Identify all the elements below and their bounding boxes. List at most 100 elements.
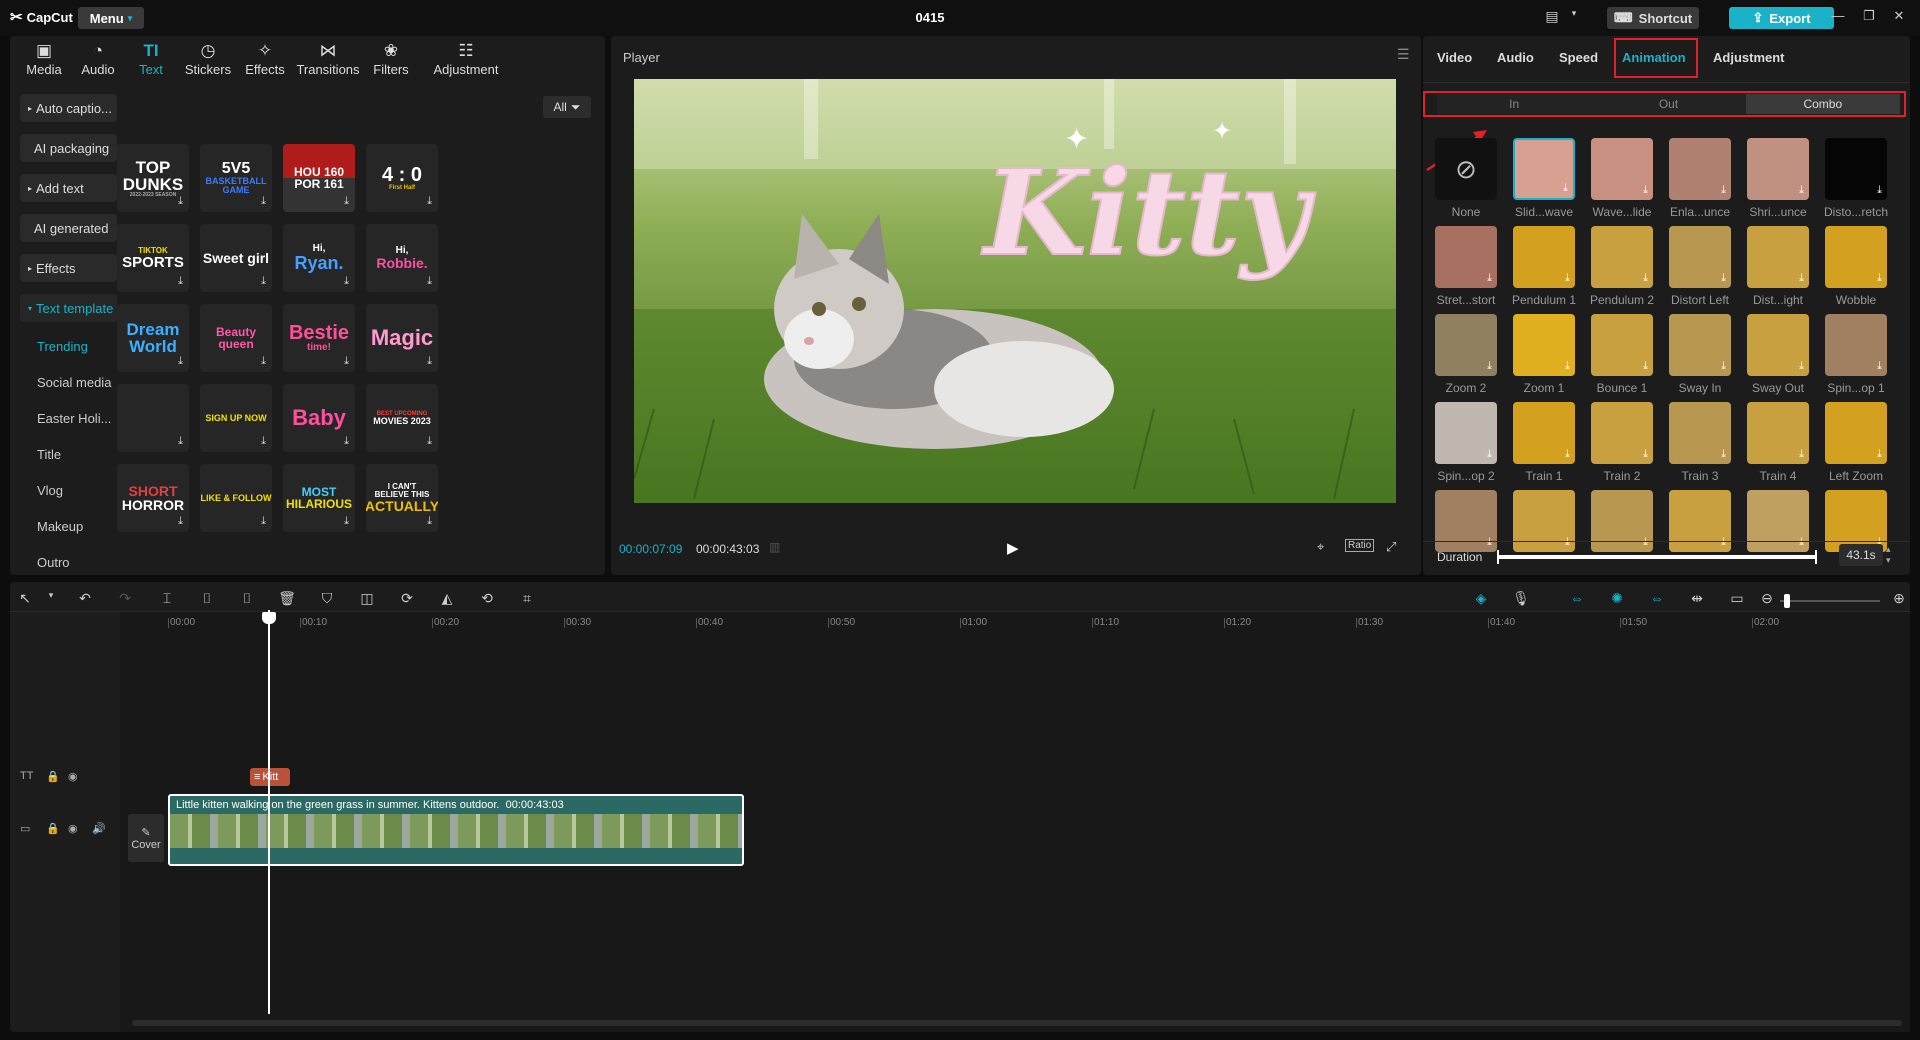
zoom-in-icon[interactable]: ⊕ bbox=[1888, 590, 1910, 612]
text-template-item[interactable]: TOP DUNKS 2022-2023 SEASON ⤓ bbox=[117, 144, 189, 212]
mask-icon[interactable]: ⛉ bbox=[316, 590, 338, 612]
download-icon[interactable]: ⤓ bbox=[1799, 536, 1804, 549]
animation-item[interactable]: ⤓ bbox=[1513, 314, 1575, 376]
split-icon[interactable]: ⌶ bbox=[156, 590, 178, 612]
ratio-button[interactable]: Ratio bbox=[1345, 539, 1375, 552]
animation-item[interactable]: ⤓ bbox=[1513, 138, 1575, 200]
crop-icon[interactable]: ⌗ bbox=[516, 590, 538, 612]
minimize-icon[interactable]: — bbox=[1828, 8, 1848, 28]
zoom-out-icon[interactable]: ⊖ bbox=[1756, 590, 1778, 612]
select-tool-icon[interactable]: ↖ bbox=[14, 590, 36, 612]
redo-icon[interactable]: ↷ bbox=[114, 590, 136, 612]
animation-item[interactable]: ⤓ bbox=[1825, 226, 1887, 288]
magnet-icon[interactable]: ✺ bbox=[1606, 590, 1628, 612]
sub-vlog[interactable]: Vlog bbox=[37, 483, 127, 498]
download-icon[interactable]: ⤓ bbox=[1721, 360, 1726, 373]
download-icon[interactable]: ⤓ bbox=[1487, 448, 1492, 461]
download-icon[interactable]: ⤓ bbox=[427, 436, 432, 447]
microphone-icon[interactable]: 🎙 bbox=[1510, 590, 1532, 612]
eye-icon[interactable]: ◉ bbox=[68, 822, 78, 835]
animation-item[interactable]: ⤓ bbox=[1435, 402, 1497, 464]
playhead-handle[interactable] bbox=[262, 612, 276, 624]
animation-item[interactable]: ⤓ bbox=[1591, 226, 1653, 288]
preview-icon[interactable]: ▭ bbox=[1726, 590, 1748, 612]
download-icon[interactable]: ⤓ bbox=[1721, 448, 1726, 461]
text-template-item[interactable]: LIKE & FOLLOW ⤓ bbox=[200, 464, 272, 532]
download-icon[interactable]: ⤓ bbox=[1565, 360, 1570, 373]
duration-stepper-icon[interactable]: ▴ ▾ bbox=[1886, 544, 1891, 566]
play-button[interactable]: ▶ bbox=[1007, 539, 1019, 557]
download-icon[interactable]: ⤓ bbox=[344, 436, 349, 447]
split-preview-icon[interactable]: ⇹ bbox=[1686, 590, 1708, 612]
animation-item[interactable]: ⤓ bbox=[1747, 314, 1809, 376]
tab-speed[interactable]: Speed bbox=[1559, 50, 1598, 65]
chevron-down-icon[interactable]: ▾ bbox=[1562, 8, 1586, 28]
animation-item[interactable]: ⤓ bbox=[1669, 490, 1731, 552]
download-icon[interactable]: ⤓ bbox=[427, 276, 432, 287]
tab-adjustment[interactable]: ☷ Adjustment bbox=[423, 40, 509, 84]
text-template-item[interactable]: 5V5 BASKETBALL GAME ⤓ bbox=[200, 144, 272, 212]
eye-icon[interactable]: ◉ bbox=[68, 770, 78, 783]
animation-item[interactable]: ⤓ bbox=[1747, 138, 1809, 200]
download-icon[interactable]: ⤓ bbox=[1799, 272, 1804, 285]
freeze-icon[interactable]: ◫ bbox=[356, 590, 378, 612]
animation-item[interactable]: ⊘ bbox=[1435, 138, 1497, 200]
download-icon[interactable]: ⤓ bbox=[344, 356, 349, 367]
export-button[interactable]: ⇪ Export bbox=[1729, 7, 1834, 29]
nav-add-text[interactable]: ▸ Add text bbox=[20, 174, 117, 202]
chevron-down-icon[interactable]: ▾ bbox=[40, 590, 62, 612]
text-template-item[interactable]: Hi, Ryan. ⤓ bbox=[283, 224, 355, 292]
text-clip[interactable]: ≡ Kitt bbox=[250, 768, 290, 786]
tab-transitions[interactable]: ⋈ Transitions bbox=[296, 40, 360, 84]
text-template-item[interactable]: Dream World ⤓ bbox=[117, 304, 189, 372]
cover-button[interactable]: ✎ Cover bbox=[128, 814, 164, 862]
sub-easter-holiday[interactable]: Easter Holi... bbox=[37, 411, 127, 426]
download-icon[interactable]: ⤓ bbox=[1643, 184, 1648, 197]
animation-item[interactable]: ⤓ bbox=[1747, 490, 1809, 552]
download-icon[interactable]: ⤓ bbox=[427, 196, 432, 207]
download-icon[interactable]: ⤓ bbox=[1563, 182, 1568, 195]
video-clip[interactable]: Little kitten walking on the green grass… bbox=[168, 794, 744, 866]
tab-filters[interactable]: ❀ Filters bbox=[359, 40, 423, 84]
download-icon[interactable]: ⤓ bbox=[261, 276, 266, 287]
animation-item[interactable]: ⤓ bbox=[1591, 490, 1653, 552]
download-icon[interactable]: ⤓ bbox=[178, 276, 183, 287]
duration-start-handle[interactable] bbox=[1497, 550, 1499, 564]
video-preview[interactable]: Kitty ✦ ✦ bbox=[634, 79, 1396, 503]
nav-ai-generated[interactable]: AI generated bbox=[20, 214, 117, 242]
download-icon[interactable]: ⤓ bbox=[1565, 536, 1570, 549]
download-icon[interactable]: ⤓ bbox=[1877, 448, 1882, 461]
download-icon[interactable]: ⤓ bbox=[178, 516, 183, 527]
download-icon[interactable]: ⤓ bbox=[1877, 272, 1882, 285]
sub-title[interactable]: Title bbox=[37, 447, 127, 462]
text-template-item[interactable]: Beauty queen ⤓ bbox=[200, 304, 272, 372]
download-icon[interactable]: ⤓ bbox=[344, 276, 349, 287]
download-icon[interactable]: ⤓ bbox=[178, 356, 183, 367]
layout-icon[interactable]: ▤ bbox=[1540, 8, 1564, 28]
text-template-item[interactable]: Baby ⤓ bbox=[283, 384, 355, 452]
sub-makeup[interactable]: Makeup bbox=[37, 519, 127, 534]
download-icon[interactable]: ⤓ bbox=[344, 196, 349, 207]
download-icon[interactable]: ⤓ bbox=[1799, 184, 1804, 197]
animation-item[interactable]: ⤓ bbox=[1825, 402, 1887, 464]
nav-auto-captions[interactable]: ▸ Auto captio... bbox=[20, 94, 117, 122]
download-icon[interactable]: ⤓ bbox=[261, 196, 266, 207]
download-icon[interactable]: ⤓ bbox=[1643, 272, 1648, 285]
animation-item[interactable]: ⤓ bbox=[1669, 138, 1731, 200]
horizontal-scrollbar[interactable] bbox=[132, 1020, 1902, 1026]
text-template-item[interactable]: SHORT HORROR ⤓ bbox=[117, 464, 189, 532]
download-icon[interactable]: ⤓ bbox=[178, 436, 183, 447]
shortcut-button[interactable]: ⌨ Shortcut bbox=[1607, 7, 1699, 29]
download-icon[interactable]: ⤓ bbox=[1721, 536, 1726, 549]
speaker-icon[interactable]: 🔊 bbox=[92, 822, 106, 835]
menu-button[interactable]: Menu ▾ bbox=[78, 7, 144, 29]
download-icon[interactable]: ⤓ bbox=[1799, 448, 1804, 461]
animation-item[interactable]: ⤓ bbox=[1669, 226, 1731, 288]
timecode-icon[interactable]: ▥ bbox=[769, 540, 780, 554]
text-template-item[interactable]: MOST HILARIOUS ⤓ bbox=[283, 464, 355, 532]
animation-item[interactable]: ⤓ bbox=[1825, 138, 1887, 200]
text-template-item[interactable]: TIKTOK SPORTS ⤓ bbox=[117, 224, 189, 292]
text-template-item[interactable]: Hi, Robbie. ⤓ bbox=[366, 224, 438, 292]
sub-outro[interactable]: Outro bbox=[37, 555, 127, 570]
duration-value[interactable]: 43.1s bbox=[1839, 544, 1883, 566]
